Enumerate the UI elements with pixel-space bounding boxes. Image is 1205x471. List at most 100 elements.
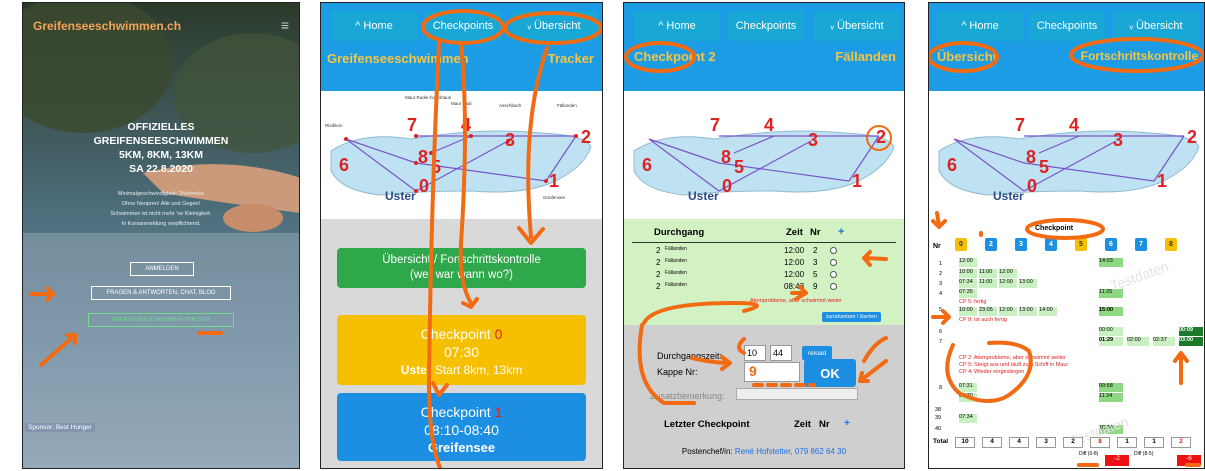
- cell-time: 23:05: [979, 307, 997, 316]
- map-node-1: 1: [1157, 171, 1167, 191]
- passage-note: Atemprobleme, aber schwimmt weiter: [750, 298, 843, 304]
- map-node-6: 6: [947, 155, 957, 175]
- overview-button[interactable]: Übersicht / Fortschrittskontrolle (wer w…: [337, 248, 586, 288]
- cell-time: 11:24: [1099, 393, 1123, 402]
- note-1: CP 2: Atemprobleme, aber schwimmt weiter: [959, 355, 1066, 361]
- route-map: 7 4 3 2 8 5 6 0 1 Uster: [929, 91, 1204, 219]
- col-zeit: Zeit: [786, 227, 803, 238]
- sponsor-label: Sponsor: Best Hunger: [25, 423, 95, 432]
- select-radio[interactable]: [830, 247, 837, 254]
- map-uster-label: Uster: [385, 189, 416, 203]
- map-label-greif: Greifensee: [543, 195, 566, 200]
- checkpoint-badge[interactable]: 3: [1015, 238, 1027, 251]
- select-radio[interactable]: [830, 259, 837, 266]
- checkpoint-badge[interactable]: 8: [1165, 238, 1177, 251]
- postenchef-label: Postenchef/in:: [681, 447, 733, 456]
- passage-count: 2: [656, 258, 661, 267]
- entry-form: Durchgangszeit: 10 44 reload Kappe Nr: 9…: [624, 325, 904, 468]
- route-map: 7 4 3 2 8 5 6 0 1 Uster: [624, 91, 904, 219]
- login-button[interactable]: ANMELDEN: [130, 262, 194, 276]
- nav-overview-button[interactable]: ᵥ Übersicht: [1113, 11, 1199, 41]
- passage-row[interactable]: 2 Fällanden 12:00 5: [624, 269, 904, 281]
- nav-checkpoints-button[interactable]: Checkpoints: [1029, 11, 1105, 41]
- passage-nr: 3: [813, 258, 818, 267]
- nav-checkpoints-button[interactable]: Checkpoints: [425, 11, 501, 41]
- nav-home-button[interactable]: ^ Home: [634, 11, 720, 41]
- site-title[interactable]: Greifenseeschwimmen.ch: [33, 19, 181, 33]
- nav-checkpoints-button[interactable]: Checkpoints: [728, 11, 804, 41]
- overview-button-line-2: (wer war wann wo?): [410, 269, 513, 281]
- col-durchgang: Durchgang: [654, 227, 705, 238]
- select-radio[interactable]: [830, 271, 837, 278]
- nav-overview-button[interactable]: ᵥ Übersicht: [511, 11, 597, 41]
- nav-home-button[interactable]: ^ Home: [331, 11, 417, 41]
- hero-heading: OFFIZIELLES GREIFENSEESCHWIMMEN 5KM, 8KM…: [23, 120, 299, 176]
- checkpoint-1-card[interactable]: Checkpoint 1 08:10-08:40 Greifensee: [337, 393, 586, 461]
- checkpoint-header-label: Checkpoint: [1035, 225, 1074, 232]
- cp0-desc: Start 8km, 13km: [434, 363, 523, 377]
- nav-home-button[interactable]: ^ Home: [937, 11, 1023, 41]
- ok-button[interactable]: OK: [804, 359, 856, 387]
- last-nr-label: Nr: [819, 419, 830, 430]
- progress-grid: 1 12:00 14:03 2 10:00 11:00 12:00 3 07:3…: [929, 257, 1204, 447]
- postenchef-contact[interactable]: René Hofstetter, 079 862 64 30: [735, 447, 846, 456]
- postenchef-row: Postenchef/in: René Hofstetter, 079 862 …: [624, 447, 904, 456]
- row-label-4: 4: [939, 291, 943, 297]
- checkpoint-badge[interactable]: 6: [1105, 238, 1117, 251]
- total-cell: 1: [1144, 437, 1164, 448]
- row-label-2: 2: [939, 271, 943, 277]
- checkpoint-badge[interactable]: 5: [1075, 238, 1087, 251]
- total-cell: 2: [1171, 437, 1191, 448]
- cell-time: 14:03: [1099, 258, 1123, 267]
- passage-row[interactable]: 2 Fällanden 12:00 2: [624, 245, 904, 257]
- time-minute-input[interactable]: 44: [770, 345, 792, 361]
- map-uster-label: Uster: [993, 189, 1024, 203]
- landing-page-panel: Greifenseeschwimmen.ch ≡ OFFIZIELLES GRE…: [22, 2, 300, 469]
- cell-time: 09:58: [1099, 383, 1123, 392]
- nr-header: Nr: [933, 243, 941, 250]
- label-durchgangszeit: Durchgangszeit:: [657, 351, 723, 361]
- row-label-6: 6: [939, 329, 943, 335]
- map-node-8: 8: [418, 147, 428, 167]
- faq-chat-blog-button[interactable]: FRAGEN & ANTWORTEN, CHAT, BLOG: [91, 286, 231, 300]
- time-hour-input[interactable]: 10: [744, 345, 766, 361]
- checkpoint-badge[interactable]: 4: [1045, 238, 1057, 251]
- nav-overview-button[interactable]: ᵥ Übersicht: [814, 11, 900, 41]
- hero-line-4: SA 22.8.2020: [129, 163, 193, 175]
- totals: 10 4 4 3 2 8 1 1 2: [955, 437, 1204, 449]
- passage-row[interactable]: 2 Fällanden 12:00 3: [624, 257, 904, 269]
- checkpoint-badge[interactable]: 7: [1135, 238, 1147, 251]
- col-nr: Nr: [810, 227, 821, 238]
- hero-description: Minimalgeschwindigkeit: 2h/strecke Ohne …: [23, 189, 299, 229]
- last-add-button[interactable]: +: [844, 418, 850, 429]
- app-title: Greifenseeschwimmen: [327, 51, 469, 66]
- row-label-38: 38: [935, 407, 942, 413]
- row-label-1: 1: [939, 261, 943, 267]
- cell-time: 07:34: [959, 279, 977, 288]
- passage-count: 2: [656, 246, 661, 255]
- reset-delete-button[interactable]: zurücksetzen / löschen: [822, 312, 881, 322]
- total-cell: 10: [955, 437, 975, 448]
- add-passage-button[interactable]: +: [838, 226, 844, 238]
- tracker-button[interactable]: GREIFENSEESCHWIMMEN-TRACKER: [88, 313, 234, 327]
- cell-time: 00:00: [1099, 327, 1123, 336]
- cp0-title: Checkpoint: [420, 326, 491, 342]
- kappe-input[interactable]: 9: [744, 362, 800, 382]
- map-node-0: 0: [1027, 176, 1037, 196]
- cell-time: 02:37: [1153, 337, 1175, 346]
- cell-time: 11:00: [979, 279, 997, 288]
- note-3: CP 4: Wieder eingestiegen: [959, 369, 1025, 375]
- map-label-badi: Maur Badi: [451, 101, 472, 106]
- lake-background-image: [23, 3, 299, 468]
- zusatz-input[interactable]: [736, 388, 858, 400]
- hamburger-menu-icon[interactable]: ≡: [281, 17, 289, 33]
- passage-row[interactable]: 2 Fällanden 08:43 9: [624, 281, 904, 293]
- row-label-3: 3: [939, 281, 943, 287]
- checkpoint-badge[interactable]: 0: [955, 238, 967, 251]
- reload-button[interactable]: reload: [802, 346, 833, 360]
- checkpoint-0-card[interactable]: Checkpoint 0 07:30 Uster Start 8km, 13km: [337, 315, 586, 385]
- desc-line-3: Schwimmen ist nicht mehr 'ne Kleinigkeit…: [110, 211, 212, 217]
- checkpoint-badge[interactable]: 2: [985, 238, 997, 251]
- map-node-5: 5: [431, 157, 441, 177]
- select-radio[interactable]: [830, 283, 837, 290]
